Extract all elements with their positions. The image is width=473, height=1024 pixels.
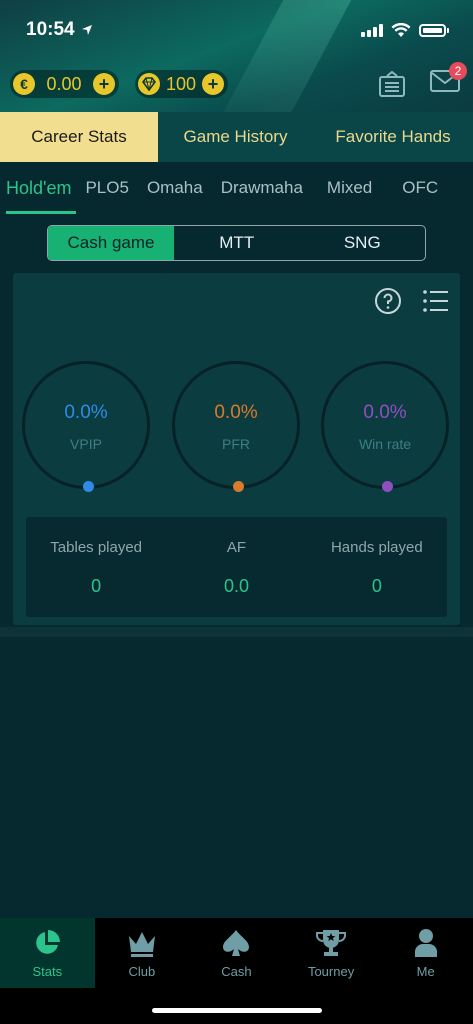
win-rate-indicator: [382, 481, 393, 492]
cellular-signal-icon: [361, 23, 383, 37]
tables-played-label: Tables played: [50, 539, 143, 556]
win-rate-label: Win rate: [358, 436, 412, 452]
status-time: 10:54: [26, 19, 75, 40]
af-value: 0.0: [223, 576, 249, 596]
spade-icon: [223, 930, 250, 956]
vpip-indicator: [83, 481, 94, 492]
diamond-amount: 100: [166, 73, 197, 94]
list-menu-icon[interactable]: [422, 289, 448, 313]
af-label: AF: [226, 539, 247, 556]
announcement-icon[interactable]: [377, 69, 407, 99]
pfr-indicator: [233, 481, 244, 492]
tab-favorite-hands[interactable]: Favorite Hands: [313, 112, 473, 162]
add-diamond-button[interactable]: +: [202, 73, 225, 95]
crown-icon: [128, 932, 155, 957]
gold-amount: 0.00: [46, 73, 82, 94]
tab-holdem[interactable]: Hold'em: [0, 162, 77, 214]
nav-club-label: Club: [128, 964, 156, 979]
stats-card: 0.0% VPIP 0.0% PFR 0.0% Win rate Tables …: [13, 273, 460, 625]
euro-coin-icon: €: [13, 73, 35, 95]
wallet-row: € 0.00 + 100 +: [10, 70, 229, 98]
tables-played-stat: Tables played 0: [26, 517, 166, 617]
segment-mtt[interactable]: MTT: [174, 226, 300, 260]
pie-chart-icon: [36, 930, 61, 954]
nav-tourney-label: Tourney: [307, 964, 355, 979]
vpip-dial: 0.0% VPIP: [22, 361, 150, 492]
nav-club[interactable]: Club: [95, 918, 190, 988]
help-icon[interactable]: [374, 287, 402, 315]
tab-game-history[interactable]: Game History: [158, 112, 313, 162]
nav-stats[interactable]: Stats: [0, 918, 95, 988]
diamond-balance[interactable]: 100 +: [135, 70, 229, 98]
main-tabs: Career Stats Game History Favorite Hands: [0, 112, 473, 162]
segment-sng[interactable]: SNG: [300, 226, 426, 260]
vpip-value: 0.0%: [64, 402, 108, 423]
tab-omaha[interactable]: Omaha: [138, 162, 212, 214]
gold-balance[interactable]: € 0.00 +: [10, 70, 119, 98]
nav-tourney[interactable]: Tourney: [284, 918, 379, 988]
segment-cash-game[interactable]: Cash game: [48, 226, 174, 260]
tab-ofc[interactable]: OFC: [387, 162, 447, 214]
hands-played-label: Hands played: [330, 539, 423, 556]
nav-me-label: Me: [416, 964, 435, 979]
game-mode-segment: Cash game MTT SNG: [47, 225, 426, 261]
nav-me[interactable]: Me: [378, 918, 473, 988]
nav-stats-label: Stats: [32, 964, 63, 979]
card-divider: [0, 627, 473, 637]
add-gold-button[interactable]: +: [93, 73, 115, 95]
tab-mixed[interactable]: Mixed: [312, 162, 387, 214]
pfr-label: PFR: [222, 436, 250, 452]
pfr-dial: 0.0% PFR: [172, 361, 300, 492]
header-actions: 2: [377, 62, 467, 99]
win-rate-dial: 0.0% Win rate: [321, 361, 449, 492]
status-bar: 10:54: [0, 0, 473, 60]
trophy-icon: [316, 930, 347, 956]
tables-played-value: 0: [91, 576, 102, 596]
totals-panel: Tables played 0 AF 0.0 Hands played 0: [26, 517, 447, 617]
nav-cash[interactable]: Cash: [189, 918, 284, 988]
person-icon: [414, 929, 437, 957]
af-stat: AF 0.0: [166, 517, 306, 617]
battery-icon: [419, 23, 446, 37]
mail-badge: 2: [449, 62, 467, 80]
game-type-tabs: Hold'em PLO5 Omaha Drawmaha Mixed OFC: [0, 162, 473, 214]
battery-tip: [447, 27, 449, 33]
tab-drawmaha[interactable]: Drawmaha: [212, 162, 312, 214]
wifi-icon: [391, 22, 411, 37]
tab-plo5[interactable]: PLO5: [76, 162, 137, 214]
mail-button[interactable]: 2: [429, 62, 467, 99]
tab-career-stats[interactable]: Career Stats: [0, 112, 158, 162]
diamond-icon: [138, 73, 160, 95]
nav-cash-label: Cash: [221, 964, 252, 979]
location-arrow-icon: [81, 25, 92, 35]
win-rate-value: 0.0%: [363, 402, 407, 423]
home-indicator[interactable]: [152, 1008, 322, 1013]
pfr-value: 0.0%: [214, 402, 258, 423]
hands-played-value: 0: [371, 576, 382, 596]
vpip-label: VPIP: [70, 436, 102, 452]
hands-played-stat: Hands played 0: [307, 517, 447, 617]
